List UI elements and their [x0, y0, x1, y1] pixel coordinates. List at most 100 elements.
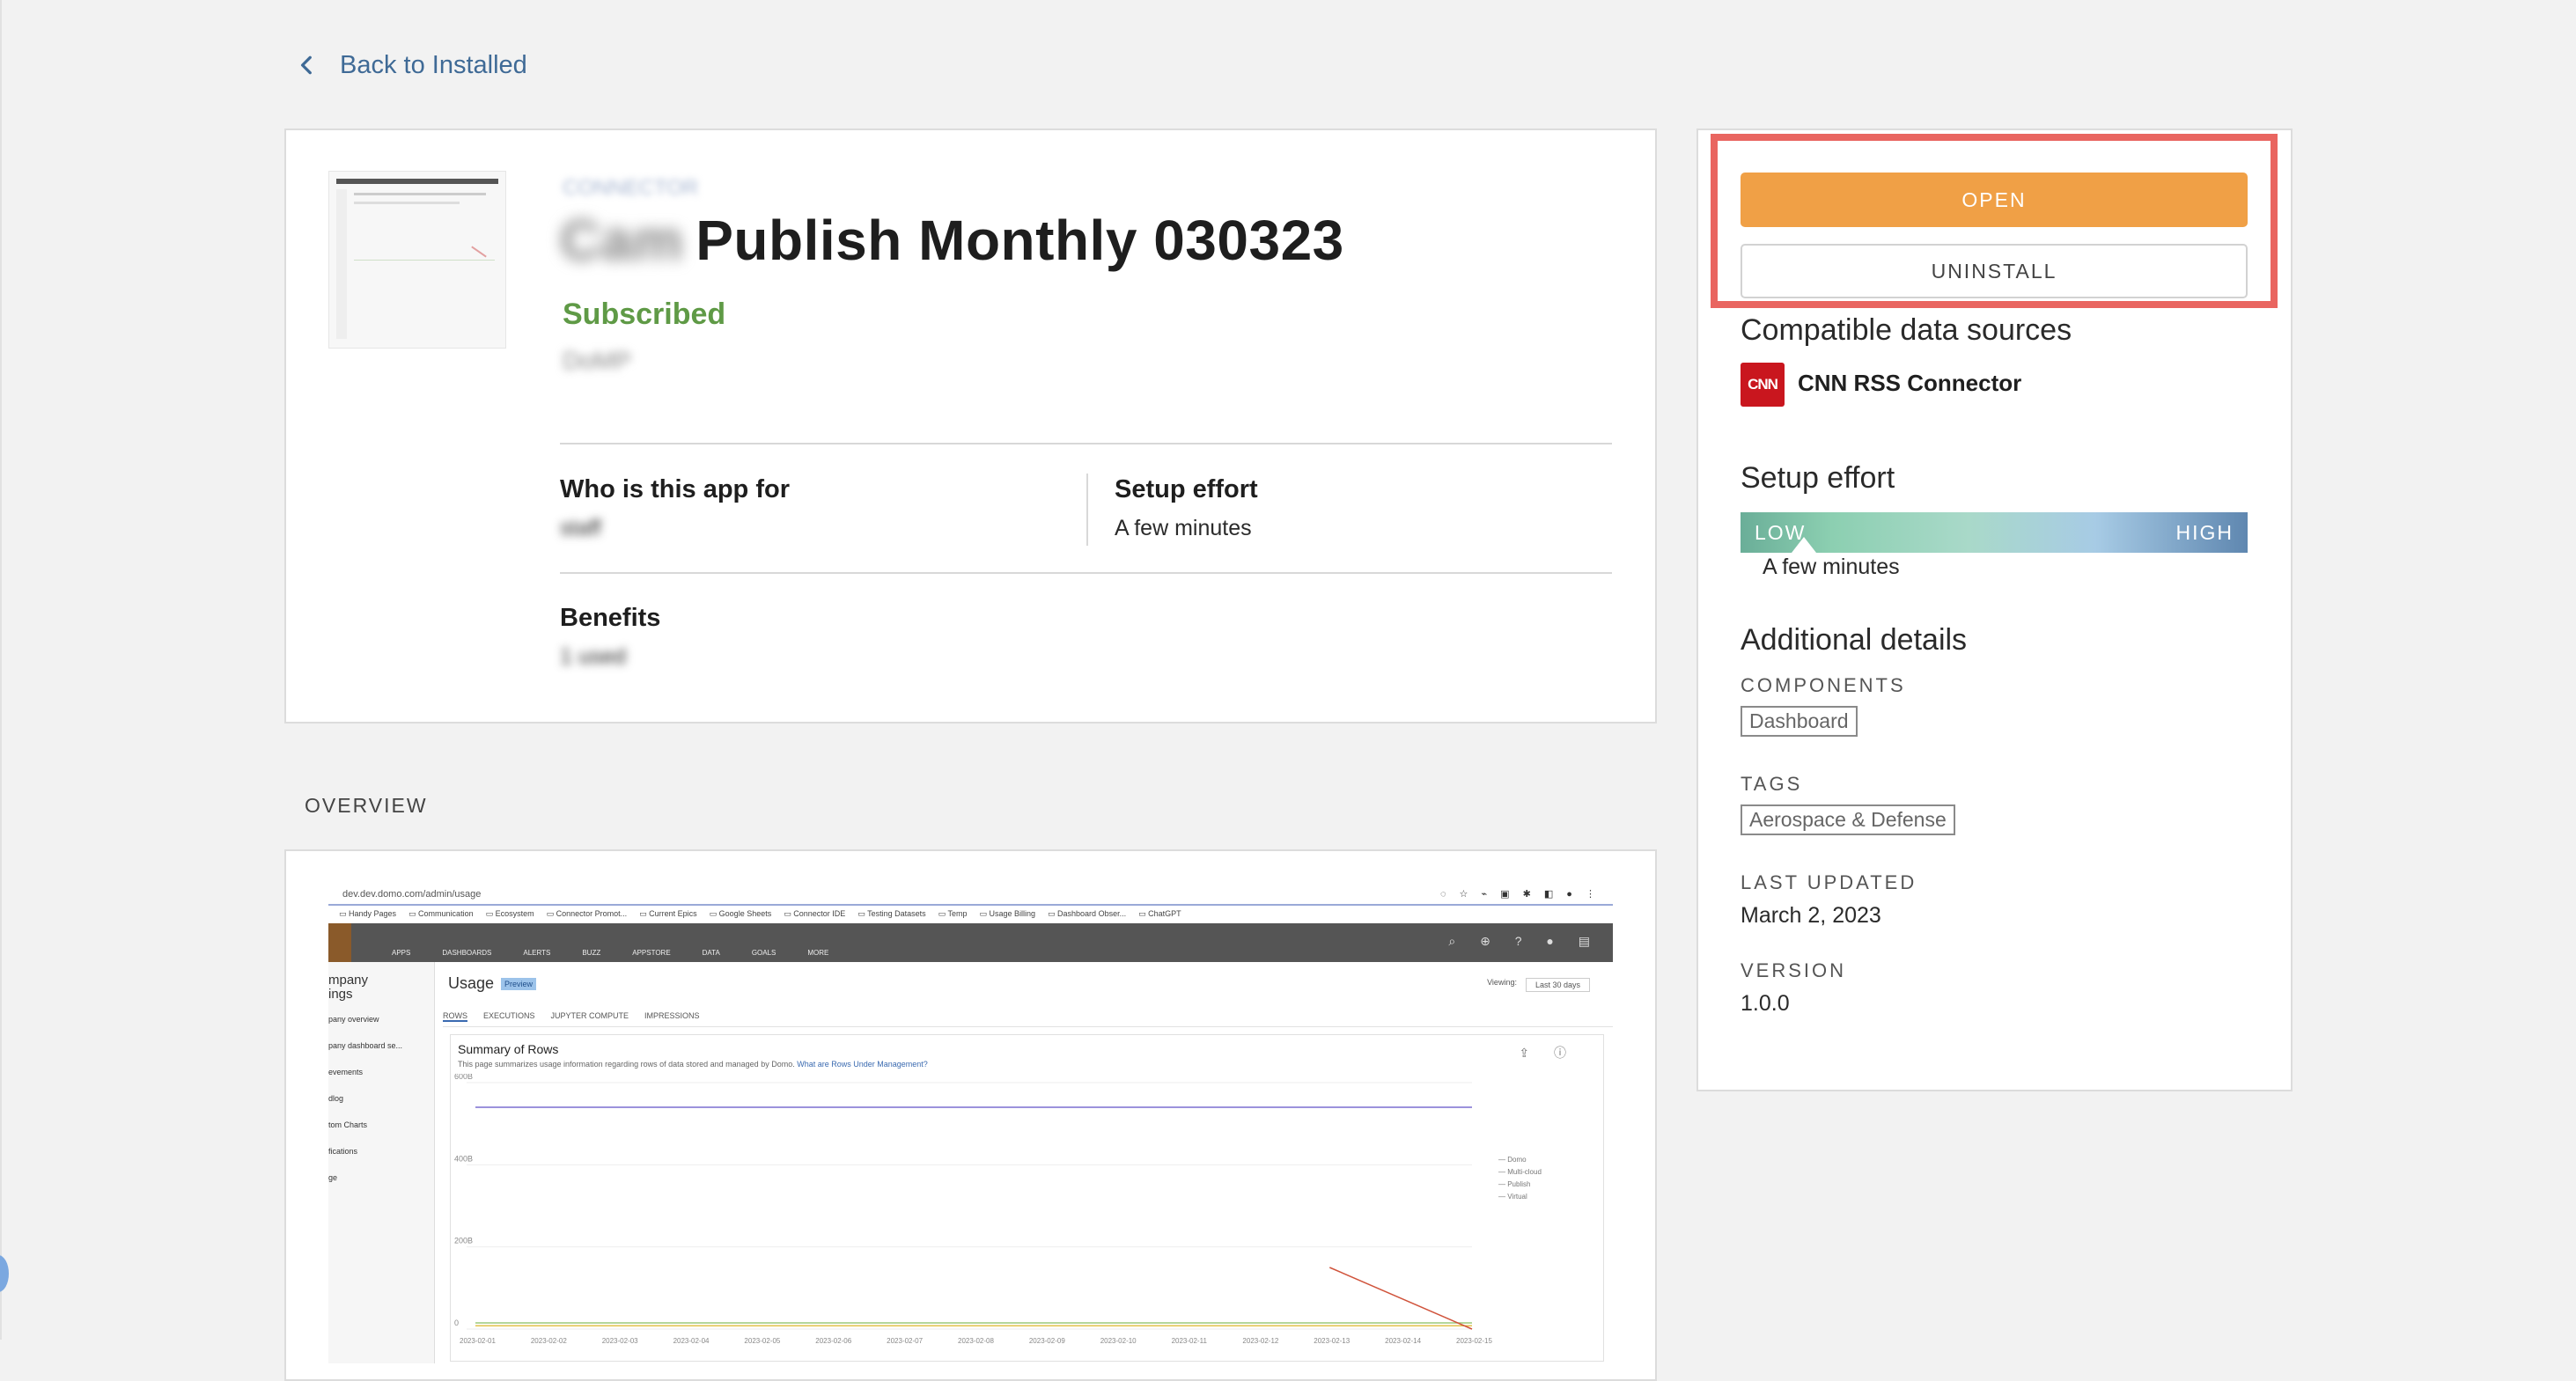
mini-nav-item: GOALS [751, 949, 776, 957]
tags-label: TAGS [1741, 773, 1803, 795]
industry-tag[interactable]: Aerospace & Defense [1741, 804, 1955, 835]
divider [560, 572, 1612, 574]
x-tick-label: 2023-02-05 [744, 1337, 780, 1345]
mini-preview-badge: Preview [501, 977, 537, 990]
x-tick-label: 2023-02-08 [958, 1337, 994, 1345]
mini-bookmark: ▭ Dashboard Obser... [1048, 908, 1127, 918]
setup-effort-label: Setup effort [1115, 475, 1258, 503]
mini-bookmark: ▭ Temp [938, 908, 968, 918]
app-title-text: Publish Monthly 030323 [696, 209, 1344, 272]
mini-chart-desc: This page summarizes usage information r… [458, 1060, 928, 1069]
back-link[interactable]: Back to Installed [296, 46, 527, 84]
mini-avatar [328, 923, 351, 962]
mini-sidebar-item: fications [328, 1147, 358, 1156]
mini-sidebar-item: pany dashboard se... [328, 1041, 403, 1050]
uninstall-button[interactable]: UNINSTALL [1741, 244, 2248, 298]
x-tick-label: 2023-02-03 [602, 1337, 638, 1345]
scroll-indicator[interactable] [0, 1255, 9, 1292]
x-tick-label: 2023-02-10 [1100, 1337, 1137, 1345]
mini-bookmark: ▭ Current Epics [639, 908, 697, 918]
mini-page-title: Usage [448, 974, 495, 992]
mini-bookmark: ▭ Communication [408, 908, 474, 918]
setup-effort-title: Setup effort [1741, 461, 1895, 495]
divider [560, 443, 1612, 444]
mini-nav-item: MORE [807, 949, 829, 957]
mini-nav-item: ALERTS [523, 949, 551, 957]
mini-bookmark: ▭ Testing Datasets [857, 908, 926, 918]
cnn-logo-icon: CNN [1741, 363, 1785, 407]
y-tick-label: 200B [454, 1237, 473, 1245]
mini-bookmark: ▭ Ecosystem [485, 908, 534, 918]
mini-bookmark: ▭ Connector Promot... [546, 908, 628, 918]
mini-app-nav: APPS DASHBOARDS ALERTS BUZZ APPSTORE DATA GOAL… [328, 923, 1613, 962]
connector-name[interactable]: CNN RSS Connector [1798, 370, 2021, 397]
mini-page-header: Usage Preview [448, 974, 537, 993]
benefits-value: 1 used [560, 644, 627, 669]
overview-heading: OVERVIEW [305, 794, 428, 817]
component-tag[interactable]: Dashboard [1741, 706, 1858, 737]
mini-chart-card: Summary of Rows This page summarizes usa… [450, 1034, 1604, 1362]
subscription-status: Subscribed [563, 298, 726, 331]
mini-sidebar-item: pany overview [328, 1015, 379, 1024]
x-tick-label: 2023-02-09 [1029, 1337, 1065, 1345]
open-button[interactable]: OPEN [1741, 173, 2248, 227]
x-tick-label: 2023-02-01 [460, 1337, 496, 1345]
mini-tab: ROWS [443, 1011, 467, 1022]
mini-tab: IMPRESSIONS [644, 1011, 700, 1020]
mini-sidebar: mpany ings pany overview pany dashboard se.… [328, 962, 435, 1363]
x-tick-label: 2023-02-14 [1385, 1337, 1421, 1345]
app-thumbnail [328, 171, 506, 349]
effort-marker [1792, 537, 1816, 553]
additional-details-title: Additional details [1741, 623, 1968, 657]
app-header-card: CONNECTOR Cam Publish Monthly 030323 Subs… [284, 129, 1657, 724]
mini-browser-bar: dev.dev.domo.com/admin/usage ◌ ☆ ⌁ ▣ ✱ ◧… [328, 888, 1613, 906]
chevron-left-icon [300, 55, 312, 75]
app-title: Cam Publish Monthly 030323 [560, 208, 1344, 273]
y-tick-label: 600B [454, 1074, 473, 1081]
who-value: staff [560, 516, 601, 540]
mini-sidebar-item: mpany [328, 973, 369, 988]
mini-chart-actions: ⇪ ⓘ [1519, 1046, 1577, 1060]
mini-sidebar-item: dlog [328, 1094, 344, 1103]
mini-bookmark: ▭ Google Sheets [709, 908, 772, 918]
mini-tabs: ROWS EXECUTIONS JUPYTER COMPUTE IMPRESSIONS [443, 1011, 700, 1022]
mini-viewing-label: Viewing: [1487, 978, 1517, 987]
effort-scale: LOW HIGH [1741, 512, 2248, 553]
mini-chart-title: Summary of Rows [458, 1042, 559, 1056]
x-tick-label: 2023-02-13 [1314, 1337, 1350, 1345]
series-line [1328, 1267, 1473, 1330]
mini-sidebar-item: ge [328, 1173, 338, 1182]
overview-screenshot[interactable]: dev.dev.domo.com/admin/usage ◌ ☆ ⌁ ▣ ✱ ◧… [328, 888, 1613, 1363]
mini-nav-item: DASHBOARDS [442, 949, 492, 957]
mini-bookmark: ▭ Usage Billing [979, 908, 1036, 918]
mini-bookmark: ▭ Connector IDE [784, 908, 846, 918]
version-value: 1.0.0 [1741, 991, 1790, 1016]
overview-card: dev.dev.domo.com/admin/usage ◌ ☆ ⌁ ▣ ✱ ◧… [284, 849, 1657, 1381]
effort-high-label: HIGH [2175, 520, 2234, 544]
app-breadcrumb: CONNECTOR [563, 176, 699, 200]
benefits-label: Benefits [560, 604, 661, 632]
mini-bookmarks-bar: ▭ Handy Pages ▭ Communication ▭ Ecosystem ▭… [328, 906, 1613, 922]
legend-item: — Domo [1498, 1156, 1527, 1164]
mini-chart-link: What are Rows Under Management? [797, 1060, 928, 1069]
mini-nav-item: BUZZ [582, 949, 601, 957]
mini-toolbar-icons: ◌ ☆ ⌁ ▣ ✱ ◧ ● ⋮ [1439, 889, 1601, 900]
x-tick-label: 2023-02-07 [887, 1337, 923, 1345]
mini-nav-item: APPSTORE [632, 949, 671, 957]
x-tick-label: 2023-02-04 [673, 1337, 710, 1345]
effort-value: A few minutes [1763, 555, 1900, 579]
mini-nav-icons: ⌕ ⊕ ? ● ▤ [1448, 934, 1601, 948]
y-tick-label: 400B [454, 1154, 473, 1163]
last-updated-label: LAST UPDATED [1741, 871, 1917, 893]
mini-usage-chart: 600B 400B 200B 0 2023-02-01 2023-02-02 2023-02… [454, 1074, 1542, 1345]
legend-item: — Virtual [1498, 1193, 1527, 1201]
mini-bookmark: ▭ Handy Pages [339, 908, 397, 918]
window-edge [0, 0, 2, 1340]
mini-url: dev.dev.domo.com/admin/usage [342, 889, 482, 900]
last-updated-value: March 2, 2023 [1741, 903, 1881, 928]
x-tick-label: 2023-02-12 [1242, 1337, 1278, 1345]
mini-divider [443, 1026, 1613, 1027]
legend-item: — Multi-cloud [1498, 1168, 1542, 1176]
mini-bookmark: ▭ ChatGPT [1138, 908, 1181, 918]
x-tick-label: 2023-02-15 [1456, 1337, 1492, 1345]
